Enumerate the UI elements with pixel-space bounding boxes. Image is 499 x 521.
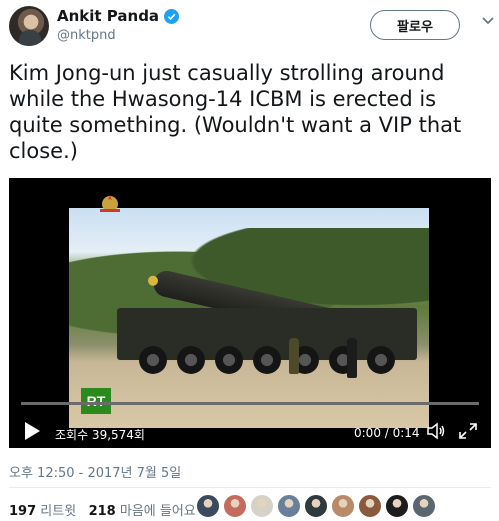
video-scene-wheel bbox=[253, 346, 281, 374]
view-count: 조회수 39,574회 bbox=[55, 428, 145, 442]
video-scene-wheel bbox=[215, 346, 243, 374]
time-display: 0:00 / 0:14 bbox=[354, 426, 420, 440]
liker-avatar[interactable] bbox=[385, 494, 409, 518]
liker-avatar[interactable] bbox=[358, 494, 382, 518]
liker-avatar[interactable] bbox=[223, 494, 247, 518]
liker-avatar[interactable] bbox=[250, 494, 274, 518]
retweets-count[interactable]: 197 bbox=[9, 504, 36, 519]
chevron-down-icon[interactable] bbox=[481, 16, 495, 26]
video-progress-bar[interactable] bbox=[21, 402, 479, 405]
likes-label[interactable]: 마음에 들어요 bbox=[120, 504, 196, 519]
divider bbox=[9, 487, 491, 488]
name-row: Ankit Panda bbox=[57, 7, 180, 25]
liker-avatar[interactable] bbox=[277, 494, 301, 518]
liker-avatar[interactable] bbox=[304, 494, 328, 518]
avatar[interactable] bbox=[9, 6, 49, 46]
tweet-text: Kim Jong-un just casually strolling arou… bbox=[9, 61, 462, 163]
video-scene-wheel bbox=[177, 346, 205, 374]
liker-avatars bbox=[196, 494, 436, 518]
retweets-label[interactable]: 리트윗 bbox=[40, 504, 76, 519]
display-name[interactable]: Ankit Panda bbox=[57, 7, 159, 25]
volume-icon[interactable] bbox=[426, 421, 446, 441]
handle[interactable]: @nktpnd bbox=[57, 28, 116, 43]
tweet-header: Ankit Panda @nktpnd 팔로우 bbox=[9, 4, 494, 50]
verified-icon bbox=[164, 8, 180, 24]
tweet-timestamp[interactable]: 오후 12:50 - 2017년 7월 5일 bbox=[9, 462, 181, 481]
video-scene-person bbox=[347, 338, 357, 378]
liker-avatar[interactable] bbox=[196, 494, 220, 518]
play-icon[interactable] bbox=[23, 421, 41, 441]
liker-avatar[interactable] bbox=[412, 494, 436, 518]
likes-count[interactable]: 218 bbox=[89, 504, 116, 519]
follow-button[interactable]: 팔로우 bbox=[370, 10, 460, 40]
emblem-icon bbox=[100, 195, 120, 212]
video-scene-wheel bbox=[367, 346, 395, 374]
video-controls: 조회수 39,574회 0:00 / 0:14 bbox=[9, 414, 491, 448]
video-frame[interactable] bbox=[69, 208, 429, 428]
liker-avatar[interactable] bbox=[331, 494, 355, 518]
video-scene-person bbox=[289, 338, 299, 374]
channel-logo: RT bbox=[81, 388, 111, 414]
fullscreen-icon[interactable] bbox=[458, 422, 478, 440]
video-player[interactable]: RT 조회수 39,574회 0:00 / 0:14 bbox=[9, 178, 491, 448]
video-scene-wheel bbox=[139, 346, 167, 374]
tweet-stats: 197 리트윗 218 마음에 들어요 bbox=[9, 500, 196, 519]
